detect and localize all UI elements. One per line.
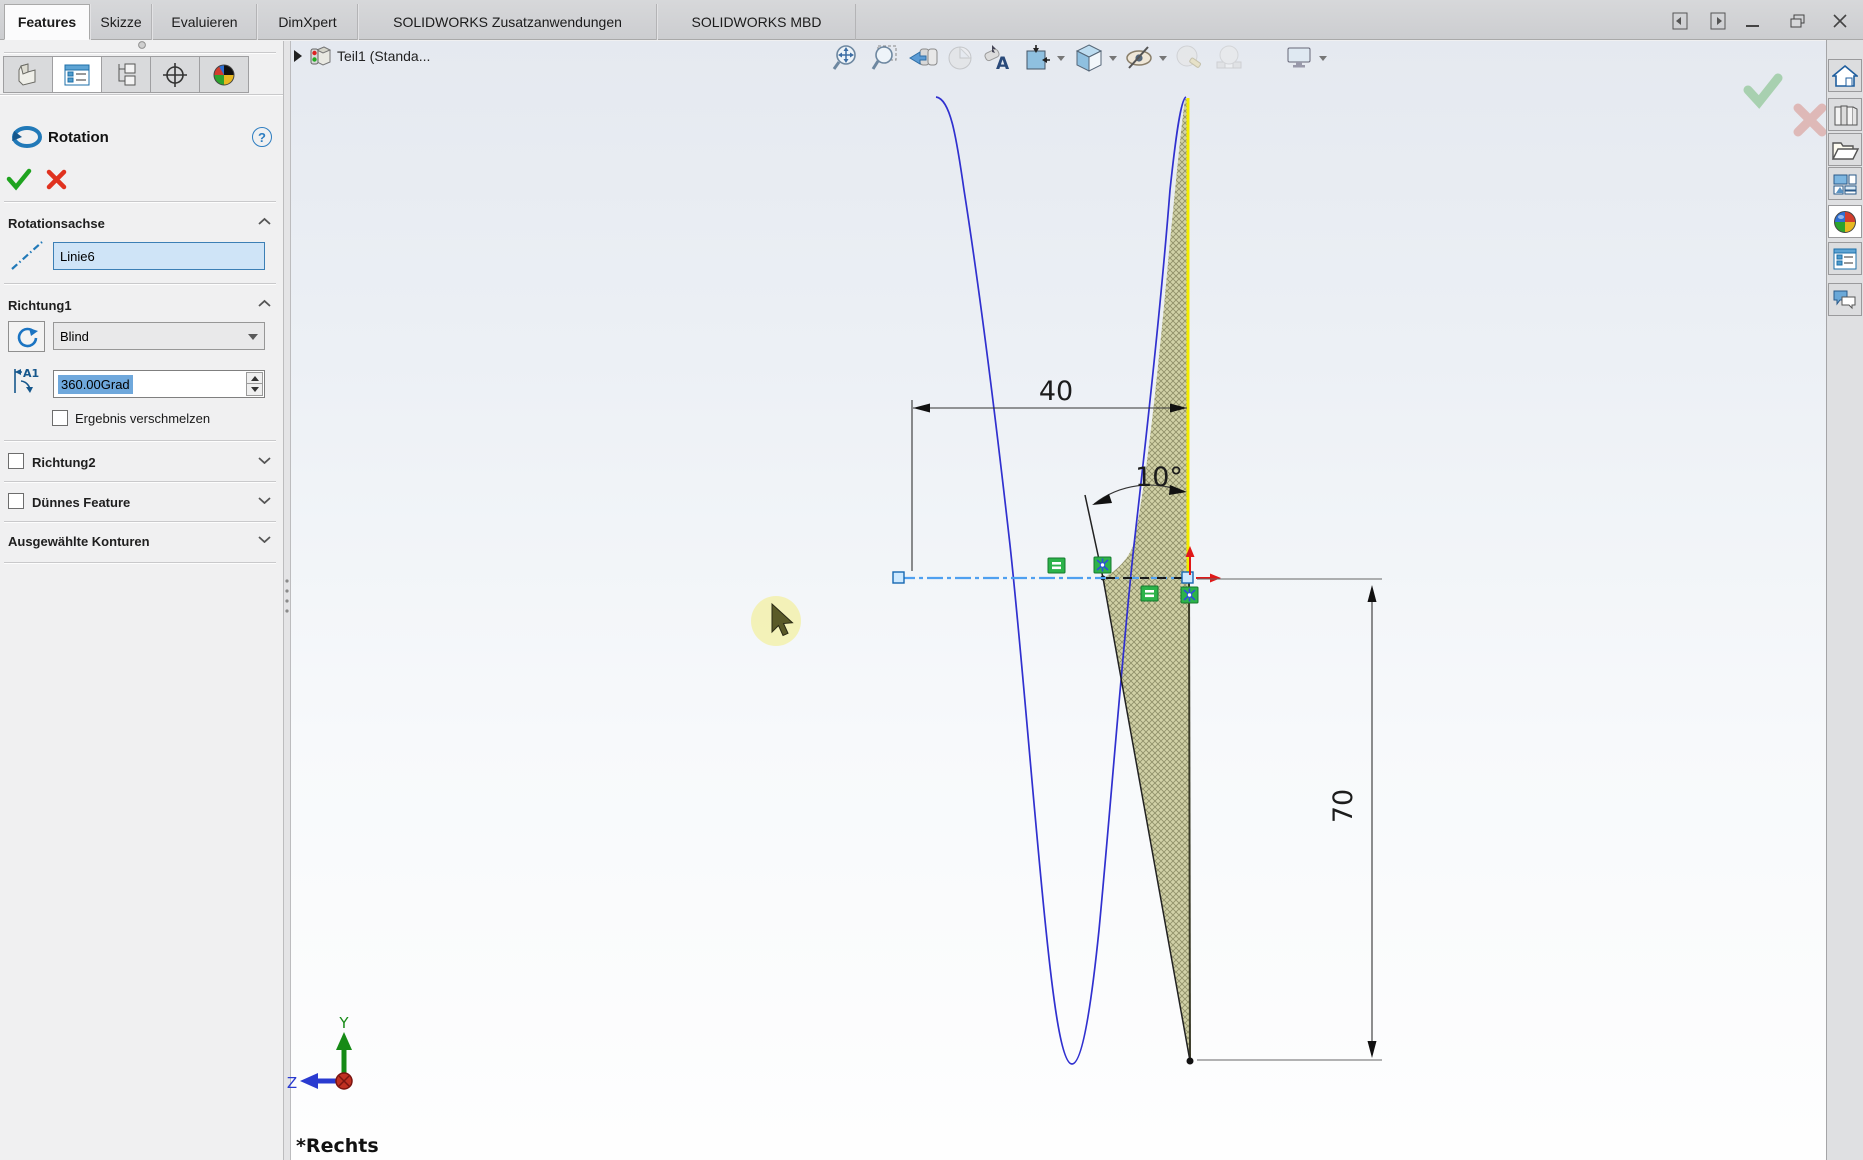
angle-value-input[interactable]: 360.00Grad — [53, 370, 265, 398]
tab-part-icon[interactable] — [3, 56, 53, 93]
tab-skizze[interactable]: Skizze — [90, 4, 152, 40]
merge-result-checkbox[interactable] — [52, 410, 68, 426]
tree-expand-icon[interactable] — [293, 49, 303, 63]
file-explorer-icon[interactable] — [1828, 133, 1862, 166]
graphics-area[interactable] — [291, 41, 1826, 1160]
section-rotationsachse-label: Rotationsachse — [8, 216, 105, 231]
richtung2-checkbox[interactable] — [8, 453, 24, 469]
help-icon[interactable]: ? — [252, 127, 272, 147]
appearances-icon[interactable] — [1828, 205, 1862, 238]
expand-richtung2-icon[interactable] — [258, 456, 271, 464]
angle-parameter-icon: A1 — [8, 363, 48, 399]
solidworks-window: Features Skizze Evaluieren DimXpert SOLI… — [0, 0, 1863, 1160]
tab-mbd[interactable]: SOLIDWORKS MBD — [657, 4, 856, 40]
tab-evaluieren[interactable]: Evaluieren — [152, 4, 257, 40]
axis-selection-input[interactable]: Linie6 — [53, 242, 265, 270]
hide-show-caret-icon[interactable] — [1158, 54, 1168, 64]
zoom-to-fit-icon[interactable] — [832, 43, 862, 73]
tab-dimxpert[interactable]: DimXpert — [257, 4, 358, 40]
custom-properties-icon[interactable] — [1828, 242, 1862, 275]
tab-featuremanager-icon[interactable] — [52, 56, 102, 93]
rotation-feature-icon — [10, 121, 44, 153]
close-button[interactable] — [1826, 8, 1854, 34]
axis-selection-icon — [8, 237, 46, 275]
end-condition-dropdown[interactable]: Blind — [53, 322, 265, 350]
angle-spinner[interactable] — [246, 372, 263, 396]
view-orientation-caret-icon[interactable] — [1108, 54, 1118, 64]
tab-configurationmanager-icon[interactable] — [101, 56, 151, 93]
svg-text:A: A — [996, 54, 1010, 73]
tree-root-label[interactable]: Teil1 (Standa... — [337, 48, 430, 64]
thin-feature-checkbox[interactable] — [8, 493, 24, 509]
property-manager-panel: Rotation ? Rotationsachse Linie6 Richtun… — [0, 41, 283, 1160]
zoom-to-area-icon[interactable] — [870, 43, 900, 73]
view-palette-icon[interactable] — [1828, 167, 1862, 200]
section-thin-feature-label: Dünnes Feature — [32, 495, 130, 510]
panel-title: Rotation — [48, 129, 109, 146]
command-manager-tabbar: Features Skizze Evaluieren DimXpert SOLI… — [0, 0, 1863, 40]
design-library-icon[interactable] — [1828, 98, 1862, 131]
feature-tree-flyout: Teil1 (Standa... — [293, 44, 430, 68]
edit-appearance-icon[interactable] — [1174, 44, 1204, 72]
tab-zusatzanwendungen[interactable]: SOLIDWORKS Zusatzanwendungen — [358, 4, 657, 40]
section-selected-contours-label: Ausgewählte Konturen — [8, 534, 150, 549]
collapse-rotationsachse-icon[interactable] — [258, 217, 271, 225]
tab-displaymanager-icon[interactable] — [199, 56, 249, 93]
annotation-view-icon[interactable]: A — [982, 43, 1014, 73]
view-settings-caret-icon[interactable] — [1318, 54, 1328, 64]
merge-result-label: Ergebnis verschmelzen — [75, 411, 210, 426]
ok-button[interactable] — [6, 167, 32, 191]
expand-selected-contours-icon[interactable] — [258, 535, 271, 543]
previous-view-icon[interactable] — [908, 43, 938, 73]
minimize-button[interactable] — [1739, 8, 1767, 34]
svg-text:A1: A1 — [23, 367, 39, 380]
view-orientation-cube-icon[interactable] — [1073, 42, 1105, 74]
collapse-richtung1-icon[interactable] — [258, 299, 271, 307]
scene-sphere-icon[interactable] — [1214, 44, 1244, 72]
apply-scene-caret-icon[interactable] — [1056, 54, 1066, 64]
part-document-icon — [309, 44, 331, 68]
expand-thin-feature-icon[interactable] — [258, 496, 271, 504]
hide-show-items-icon[interactable] — [1125, 44, 1155, 72]
reverse-direction-button[interactable] — [8, 321, 45, 352]
section-view-icon[interactable] — [945, 43, 975, 73]
apply-scene-box-icon[interactable] — [1022, 43, 1054, 73]
home-icon[interactable] — [1828, 59, 1862, 92]
splitter-grip[interactable] — [284, 575, 290, 615]
section-richtung2-label: Richtung2 — [32, 455, 96, 470]
collapse-pane-left-icon[interactable] — [1666, 8, 1694, 34]
tab-features[interactable]: Features — [4, 4, 90, 40]
task-pane-strip — [1826, 40, 1863, 1160]
tab-dimxpertmanager-icon[interactable] — [150, 56, 200, 93]
collapse-pane-right-icon[interactable] — [1704, 8, 1732, 34]
section-richtung1-label: Richtung1 — [8, 298, 72, 313]
restore-button[interactable] — [1784, 8, 1812, 34]
chevron-down-icon — [247, 333, 259, 341]
manager-tabstrip — [3, 56, 248, 93]
panel-splitter[interactable] — [283, 41, 291, 1160]
comments-icon[interactable] — [1828, 283, 1862, 316]
view-settings-monitor-icon[interactable] — [1285, 45, 1315, 72]
cancel-button[interactable] — [46, 169, 68, 191]
